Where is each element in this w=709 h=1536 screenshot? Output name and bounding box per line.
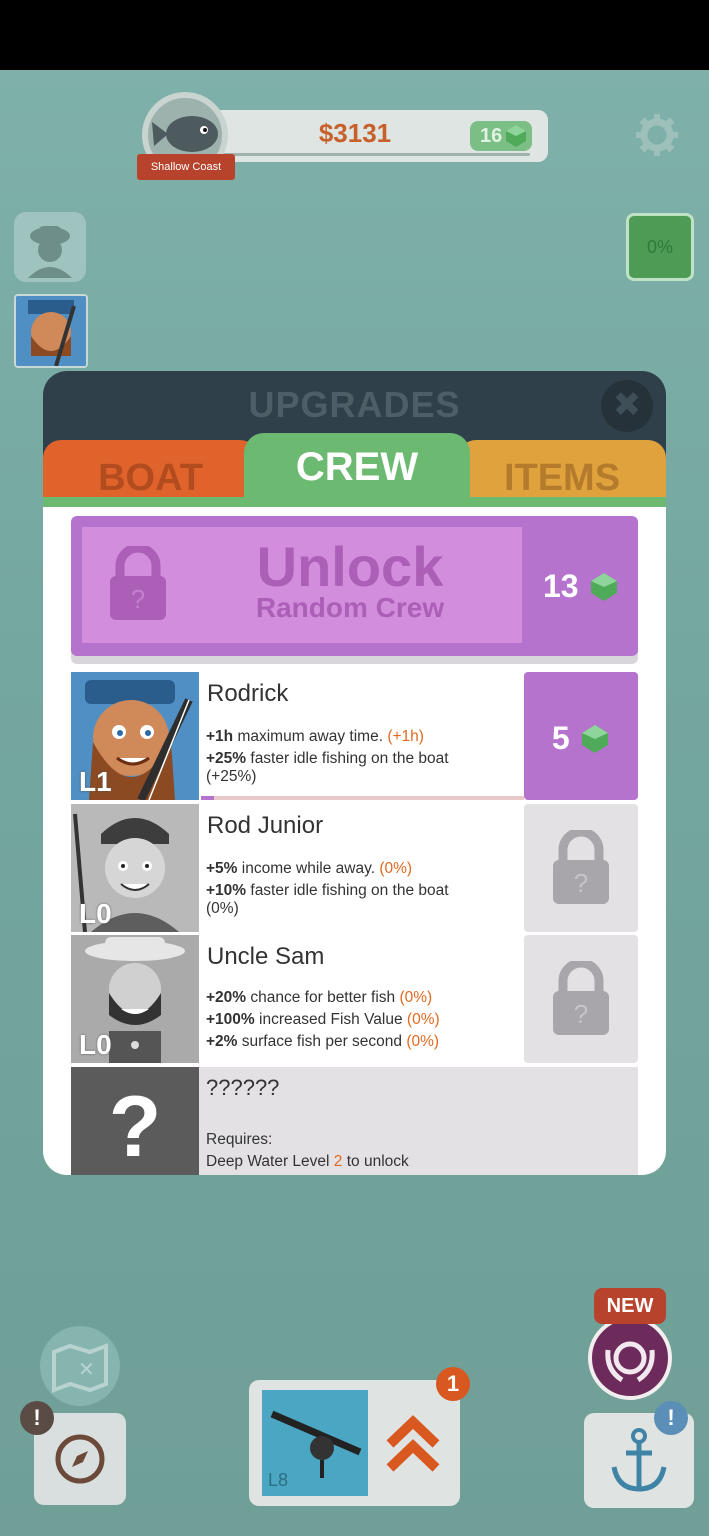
requirement-text: Deep Water Level 2 to unlock	[206, 1153, 409, 1170]
rod-junior-portrait: L0	[71, 804, 199, 932]
uncle-sam-portrait: L0	[71, 935, 199, 1063]
crew-stat: +10% faster idle fishing on the boat	[206, 882, 449, 899]
rodrick-portrait: L1	[71, 672, 199, 800]
crew-menu-button[interactable]	[14, 212, 86, 282]
rod-level: L8	[268, 1470, 289, 1490]
crew-progress-bar	[201, 796, 524, 800]
anchor-alert-badge: !	[654, 1401, 688, 1435]
padlock-icon: ?	[553, 961, 609, 1035]
crew-stat-delta: (+25%)	[206, 768, 257, 785]
compass-icon	[55, 1434, 105, 1484]
crew-stat: +5% income while away. (0%)	[206, 860, 413, 877]
svg-text:?: ?	[574, 999, 588, 1029]
tab-boat[interactable]: BOAT	[43, 440, 258, 502]
unlock-price-value: 13	[542, 568, 579, 604]
catch-progress-label: 0%	[646, 237, 673, 257]
crew-level: L0	[79, 1029, 112, 1060]
upgrade-count-badge: 1	[436, 1367, 470, 1401]
crew-locked-slot: ?	[524, 804, 638, 932]
requires-label: Requires:	[206, 1131, 273, 1148]
map-button[interactable]: ✕	[40, 1326, 120, 1406]
crew-name: Uncle Sam	[207, 943, 325, 970]
location-label: Shallow Coast	[137, 154, 235, 180]
gem-count: 16	[480, 125, 503, 147]
laurel-medal-icon	[605, 1341, 655, 1383]
treasure-map-icon: ✕	[52, 1343, 108, 1393]
rodrick-avatar-icon	[16, 296, 86, 366]
compass-alert-badge: !	[20, 1401, 54, 1435]
svg-text:?: ?	[574, 868, 588, 898]
unlock-price: 13	[526, 568, 636, 605]
achievements-button[interactable]	[588, 1316, 672, 1400]
money-value: $3131	[318, 118, 392, 148]
unknown-crew-icon: ?	[71, 1067, 199, 1175]
crew-stat: +100% increased Fish Value (0%)	[206, 1011, 440, 1028]
gem-icon	[591, 572, 618, 601]
padlock-icon: ?	[110, 546, 166, 620]
upgrade-chevrons-icon[interactable]	[386, 1412, 440, 1476]
captain-silhouette-icon	[28, 226, 72, 278]
svg-text:✕: ✕	[78, 1359, 95, 1381]
active-crew-thumbnail[interactable]	[14, 294, 88, 368]
tab-items[interactable]: ITEMS	[458, 440, 666, 502]
crew-upgrade-price: 5	[551, 720, 570, 756]
crew-locked-slot: ?	[524, 935, 638, 1063]
crew-row-rodrick[interactable]: L1 Rodrick +1h maximum away time. (+1h) …	[71, 672, 638, 800]
unlock-title: Unlock	[256, 535, 444, 598]
close-button[interactable]: ✖	[601, 380, 653, 432]
crew-name: Rodrick	[207, 680, 289, 707]
gem-icon	[506, 125, 526, 147]
unlock-subtitle: Random Crew	[255, 592, 445, 623]
crew-level: L0	[79, 898, 112, 929]
svg-text:?: ?	[131, 584, 145, 614]
new-badge: NEW	[594, 1288, 666, 1324]
crew-stat-delta: (0%)	[206, 900, 239, 917]
anchor-icon	[611, 1428, 667, 1492]
crew-stat: +1h maximum away time. (+1h)	[206, 728, 424, 745]
crew-upgrade-button[interactable]: 5	[524, 672, 638, 800]
gem-icon	[582, 724, 609, 753]
upgrades-title: UPGRADES	[248, 384, 461, 425]
crew-name: Rod Junior	[207, 812, 324, 839]
crew-row-mystery: ? ?????? Requires: Deep Water Level 2 to…	[71, 1067, 638, 1175]
gem-counter[interactable]: 16	[470, 121, 532, 151]
catch-progress-box[interactable]: 0%	[626, 213, 694, 281]
crew-stat: +25% faster idle fishing on the boat	[206, 750, 449, 767]
crew-stat: +20% chance for better fish (0%)	[206, 989, 433, 1006]
crew-row-uncle-sam[interactable]: L0 Uncle Sam +20% chance for better fish…	[71, 935, 638, 1063]
crew-name: ??????	[206, 1075, 280, 1100]
settings-gear-icon[interactable]	[636, 114, 678, 156]
crew-level: L1	[79, 766, 112, 797]
crew-stat: +2% surface fish per second (0%)	[206, 1033, 440, 1050]
close-icon: ✖	[612, 386, 642, 424]
status-bar	[0, 0, 709, 70]
tab-crew[interactable]: CREW	[244, 433, 470, 505]
padlock-icon: ?	[553, 830, 609, 904]
crew-row-rod-junior[interactable]: L0 Rod Junior +5% income while away. (0%…	[71, 804, 638, 932]
